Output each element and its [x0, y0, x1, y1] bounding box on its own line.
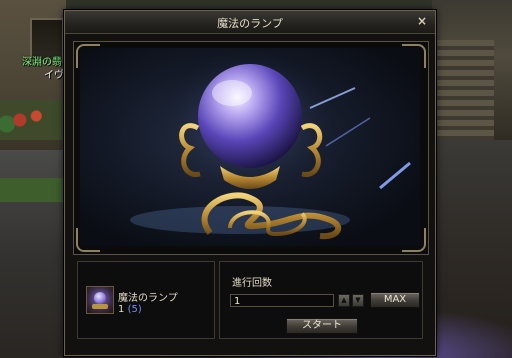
- item-slot[interactable]: [86, 286, 114, 314]
- magic-lamp-illustration: [80, 48, 420, 246]
- lamp-image-frame: [73, 41, 429, 255]
- lamp-base-icon: [92, 304, 108, 309]
- start-button[interactable]: スタート: [286, 318, 358, 334]
- flower-bed: [0, 100, 66, 140]
- magic-lamp-icon: [94, 292, 106, 304]
- decrement-arrow-icon[interactable]: ▼: [352, 294, 364, 307]
- item-name: 魔法のランプ: [118, 293, 178, 304]
- orb-highlight: [212, 80, 252, 106]
- dialog-title: 魔法のランプ: [217, 17, 283, 30]
- item-count-line: 1 (5): [118, 304, 142, 315]
- stairs: [432, 40, 494, 140]
- grass-strip: [0, 178, 66, 202]
- close-icon[interactable]: ×: [415, 14, 429, 28]
- run-count-panel: 進行回数 1 ▲ ▼ MAX スタート: [219, 261, 423, 339]
- magic-orb: [198, 64, 302, 168]
- dialog-titlebar[interactable]: 魔法のランプ ×: [65, 11, 435, 34]
- base-glow: [130, 206, 350, 234]
- increment-arrow-icon[interactable]: ▲: [338, 294, 350, 307]
- energy-streak: [379, 161, 411, 190]
- magic-lamp-dialog: 魔法のランプ × 魔法のランプ 1 (5) 進行回数 1 ▲ ▼ MAX スター…: [64, 10, 436, 356]
- item-count: 1: [118, 304, 125, 315]
- max-button[interactable]: MAX: [370, 292, 420, 308]
- item-owned-count: (5): [127, 304, 142, 315]
- run-count-label: 進行回数: [232, 278, 272, 289]
- run-count-input[interactable]: 1: [230, 294, 334, 307]
- item-info-panel: 魔法のランプ 1 (5): [77, 261, 215, 339]
